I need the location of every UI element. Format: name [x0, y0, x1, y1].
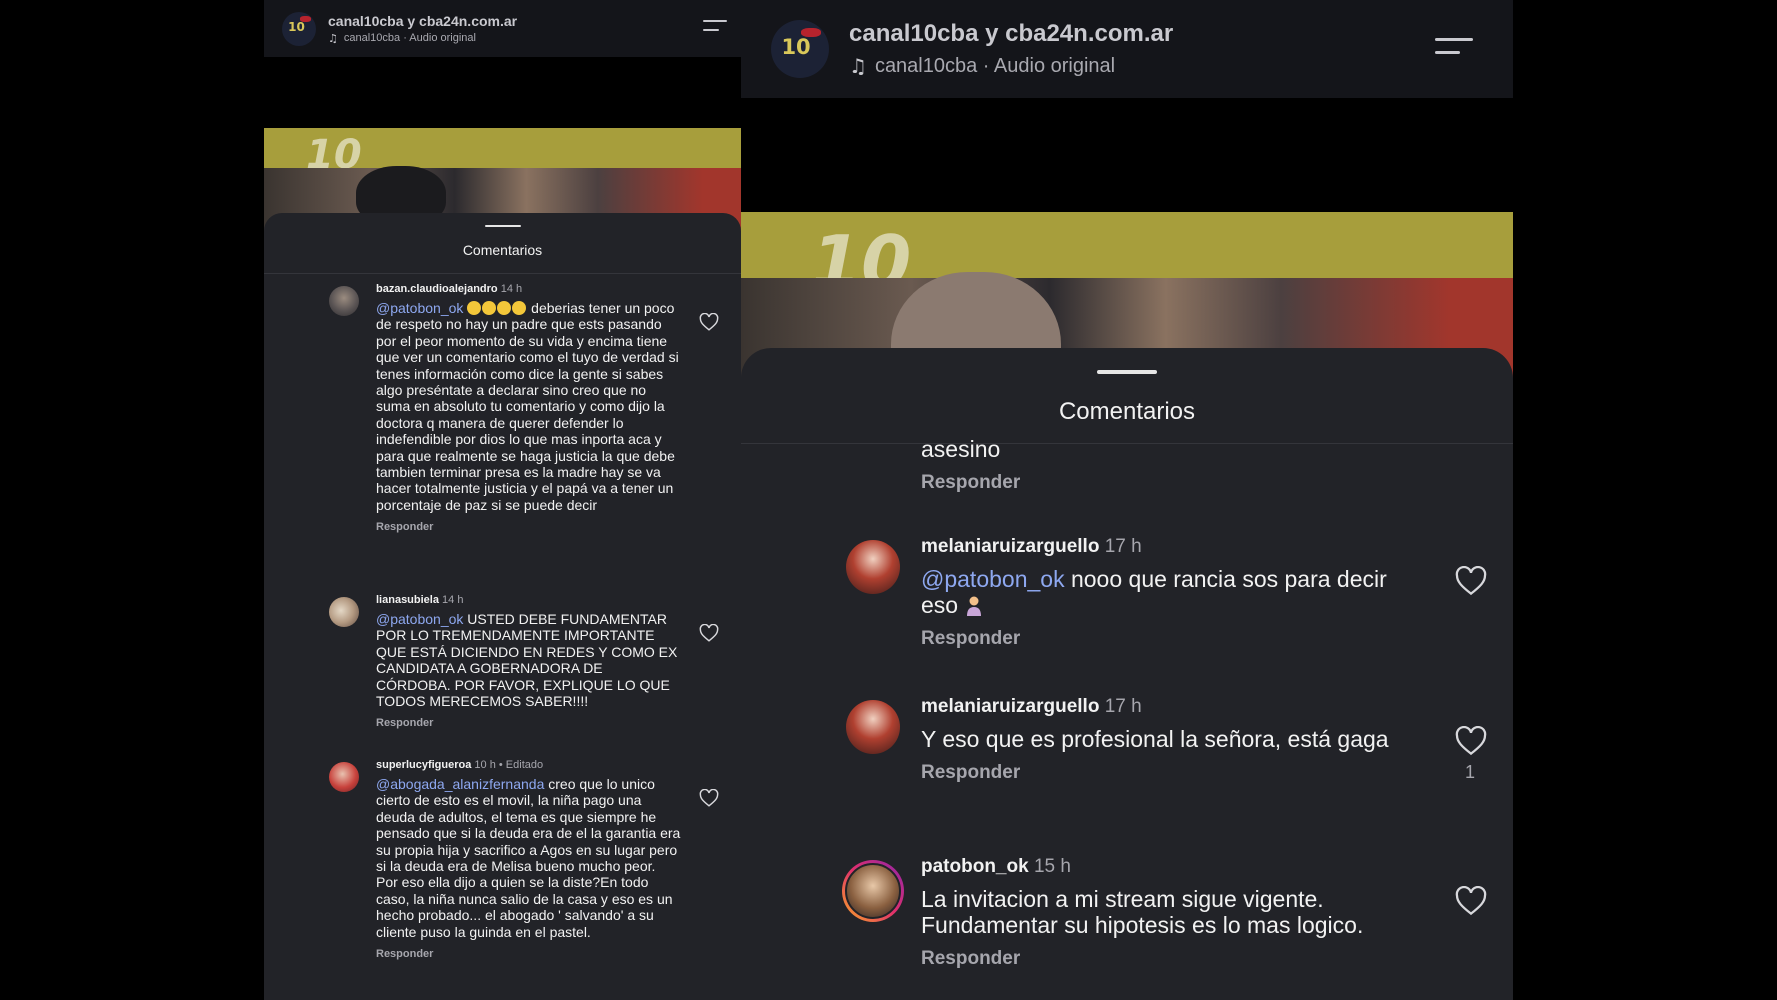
mention-link[interactable]: @patobon_ok: [376, 611, 463, 627]
reply-button[interactable]: Responder: [376, 948, 681, 960]
comment-content: patobon_ok 15 h La invitacion a mi strea…: [921, 856, 1421, 970]
divider: [264, 273, 741, 274]
reply-button[interactable]: Responder: [376, 717, 681, 729]
heart-icon[interactable]: [1455, 886, 1487, 916]
comment-content: melaniaruizarguello 17 h @patobon_ok noo…: [921, 536, 1421, 650]
avatar: [845, 863, 901, 919]
comment-text: Y eso que es profesional la señora, está…: [921, 726, 1389, 752]
reel-header: 10 canal10cba y cba24n.com.ar ♫ canal10c…: [741, 0, 1513, 98]
music-note-icon: ♫: [328, 31, 338, 45]
audio-label: canal10cba · Audio original: [343, 32, 476, 44]
audio-label: canal10cba · Audio original: [874, 54, 1116, 77]
account-avatar[interactable]: 10: [771, 20, 829, 78]
avatar[interactable]: [329, 762, 359, 792]
comment-content: superlucyfigueroa 10 h • Editado @abogad…: [376, 759, 681, 960]
comment-time: 14 h: [442, 594, 464, 606]
drag-handle[interactable]: [484, 225, 521, 227]
reel-header-text: canal10cba y cba24n.com.ar ♫ canal10cba …: [849, 20, 1173, 78]
comments-sheet: Comentarios bazan.claudioalejandro 14 h …: [264, 213, 741, 1000]
comment-content: melaniaruizarguello 17 h Y eso que es pr…: [921, 696, 1421, 784]
comment-content: asesino Responder: [921, 436, 1421, 494]
comment-time: 10 h • Editado: [474, 759, 544, 771]
comments-sheet: Comentarios asesino Responder melaniarui…: [741, 348, 1513, 1000]
mention-link[interactable]: @abogada_alanizfernanda: [376, 776, 544, 792]
comment-content: lianasubiela 14 h @patobon_ok USTED DEBE…: [376, 594, 681, 729]
mention-link[interactable]: @patobon_ok: [921, 566, 1065, 592]
avatar[interactable]: [846, 540, 900, 594]
comments-title: Comentarios: [462, 242, 543, 258]
account-title[interactable]: canal10cba y cba24n.com.ar: [849, 20, 1173, 48]
audio-info[interactable]: ♫ canal10cba · Audio original: [328, 32, 517, 45]
like-count: 1: [1465, 762, 1476, 782]
comment-text: @patobon_ok deberias tener un poco de re…: [376, 300, 679, 513]
heart-icon[interactable]: [1455, 566, 1487, 596]
drag-handle[interactable]: [1097, 370, 1157, 374]
comment-time: 15 h: [1033, 856, 1071, 877]
heart-icon[interactable]: [699, 624, 719, 642]
comment-username[interactable]: bazan.claudioalejandro 14 h: [376, 283, 681, 295]
account-title[interactable]: canal10cba y cba24n.com.ar: [328, 13, 517, 29]
comment-text: asesino: [921, 436, 1001, 462]
mention-link[interactable]: @patobon_ok: [376, 300, 463, 316]
heart-icon[interactable]: [1455, 726, 1487, 756]
left-screenshot: 10 canal10cba y cba24n.com.ar ♫ canal10c…: [264, 0, 741, 1000]
avatar-story-ring[interactable]: [842, 860, 904, 922]
reply-button[interactable]: Responder: [921, 948, 1421, 970]
laughing-emoji-icon: [467, 300, 527, 316]
comment-text: @abogada_alanizfernanda creo que lo unic…: [376, 776, 681, 940]
heart-icon[interactable]: [699, 313, 719, 331]
reply-button[interactable]: Responder: [921, 762, 1421, 784]
right-screenshot: 10 canal10cba y cba24n.com.ar ♫ canal10c…: [741, 0, 1513, 1000]
reply-button[interactable]: Responder: [921, 628, 1421, 650]
comment-text: @patobon_ok nooo que rancia sos para dec…: [921, 566, 1387, 618]
comments-title: Comentarios: [1058, 398, 1196, 425]
reel-header: 10 canal10cba y cba24n.com.ar ♫ canal10c…: [264, 0, 741, 57]
comment-username[interactable]: superlucyfigueroa 10 h • Editado: [376, 759, 681, 771]
comment-content: bazan.claudioalejandro 14 h @patobon_ok …: [376, 283, 681, 533]
audio-info[interactable]: ♫ canal10cba · Audio original: [849, 54, 1173, 78]
comment-username[interactable]: melaniaruizarguello 17 h: [921, 696, 1421, 718]
avatar[interactable]: [846, 700, 900, 754]
comment-username[interactable]: melaniaruizarguello 17 h: [921, 536, 1421, 558]
logo-text: 10: [781, 35, 811, 60]
heart-icon[interactable]: [699, 789, 719, 807]
comment-time: 17 h: [1104, 696, 1142, 717]
music-note-icon: ♫: [849, 54, 867, 78]
avatar[interactable]: [329, 597, 359, 627]
logo-text: 10: [288, 20, 305, 35]
person-facepalm-emoji-icon: [967, 596, 982, 616]
menu-icon[interactable]: [703, 20, 727, 31]
account-avatar[interactable]: 10: [282, 11, 316, 46]
reply-button[interactable]: Responder: [376, 521, 681, 533]
comment-text: @patobon_ok USTED DEBE FUNDAMENTAR POR L…: [376, 611, 678, 710]
menu-icon[interactable]: [1435, 38, 1473, 54]
reply-button[interactable]: Responder: [921, 472, 1421, 494]
avatar[interactable]: [329, 286, 359, 316]
comment-text: La invitacion a mi stream sigue vigente.…: [921, 886, 1364, 938]
comment-username[interactable]: patobon_ok 15 h: [921, 856, 1421, 878]
reel-header-text: canal10cba y cba24n.com.ar ♫ canal10cba …: [328, 13, 517, 45]
comment-username[interactable]: lianasubiela 14 h: [376, 594, 681, 606]
comment-time: 14 h: [500, 283, 523, 295]
comment-time: 17 h: [1104, 536, 1142, 557]
